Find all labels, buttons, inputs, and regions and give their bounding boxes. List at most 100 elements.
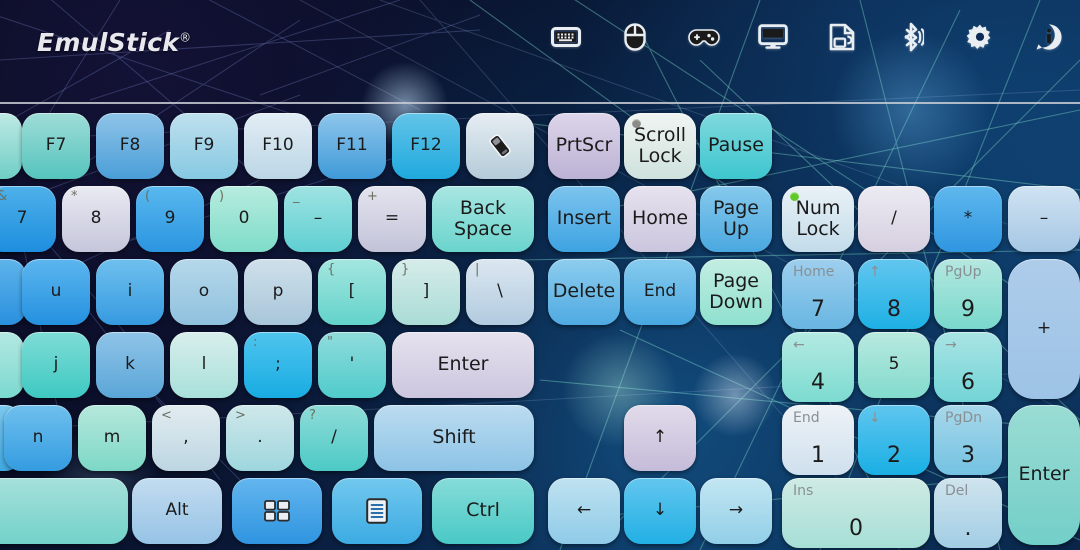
key-label: End xyxy=(643,281,677,302)
key-np-plus[interactable]: + xyxy=(1008,259,1080,399)
key-f7[interactable]: F7 xyxy=(22,113,90,179)
key-u[interactable]: u xyxy=(22,259,90,325)
key-label: Ctrl xyxy=(466,499,500,522)
key-i[interactable]: i xyxy=(96,259,164,325)
key-label: o xyxy=(198,281,210,302)
key-label: . xyxy=(964,516,972,542)
key-shift-label: ? xyxy=(309,408,316,423)
key-period[interactable]: >. xyxy=(226,405,294,471)
key-np-5[interactable]: 5 xyxy=(858,332,930,398)
key-np-8[interactable]: ↑ 8 xyxy=(858,259,930,329)
key-bracket-right[interactable]: }] xyxy=(392,259,460,325)
key-enter[interactable]: Enter xyxy=(392,332,534,398)
key-9[interactable]: (9 xyxy=(136,186,204,252)
key-prtscr[interactable]: PrtScr xyxy=(548,113,620,179)
key-h[interactable]: h xyxy=(0,332,24,398)
key-arrow-left[interactable]: ← xyxy=(548,478,620,544)
key-f8[interactable]: F8 xyxy=(96,113,164,179)
key-np-divide[interactable]: / xyxy=(858,186,930,252)
key-np-6[interactable]: → 6 xyxy=(934,332,1002,402)
key-shift-label: < xyxy=(161,408,172,423)
key-scroll-lock[interactable]: Scroll Lock xyxy=(624,113,696,179)
key-np-3[interactable]: PgDn 3 xyxy=(934,405,1002,475)
key-np-enter[interactable]: Enter xyxy=(1008,405,1080,545)
key-alt-right[interactable]: Alt xyxy=(132,478,222,544)
key-label: F8 xyxy=(119,135,141,156)
key-p[interactable]: p xyxy=(244,259,312,325)
key-f10[interactable]: F10 xyxy=(244,113,312,179)
key-0[interactable]: ) 0 xyxy=(210,186,278,252)
key-menu[interactable] xyxy=(332,478,422,544)
key-label: + xyxy=(1036,318,1052,339)
bluetooth-icon[interactable] xyxy=(894,20,928,54)
key-shift-right[interactable]: Shift xyxy=(374,405,534,471)
key-space[interactable] xyxy=(0,478,128,544)
key-label: m xyxy=(103,427,121,448)
keyboard-icon[interactable] xyxy=(549,20,583,54)
key-label: 2 xyxy=(887,443,901,469)
key-backspace[interactable]: Back Space xyxy=(432,186,534,252)
key-k[interactable]: k xyxy=(96,332,164,398)
key-f9[interactable]: F9 xyxy=(170,113,238,179)
key-device[interactable] xyxy=(466,113,534,179)
key-np-period[interactable]: Del. xyxy=(934,478,1002,548)
info-icon[interactable] xyxy=(1032,20,1066,54)
key-bracket-left[interactable]: {[ xyxy=(318,259,386,325)
script-icon[interactable] xyxy=(825,20,859,54)
key-num-lock[interactable]: Num Lock xyxy=(782,186,854,252)
key-np-minus[interactable]: – xyxy=(1008,186,1080,252)
key-page-up[interactable]: Page Up xyxy=(700,186,772,252)
toolbar xyxy=(549,20,1066,54)
key-end[interactable]: End xyxy=(624,259,696,325)
header-divider xyxy=(0,102,1080,104)
key-label: \ xyxy=(497,281,503,302)
key-arrow-up[interactable]: ↑ xyxy=(624,405,696,471)
mouse-icon[interactable] xyxy=(618,20,652,54)
key-secondary-label: PgDn xyxy=(945,410,982,426)
key-l[interactable]: l xyxy=(170,332,238,398)
key-f6[interactable]: F6 xyxy=(0,113,22,179)
key-arrow-right[interactable]: → xyxy=(700,478,772,544)
key-label: ← xyxy=(576,500,592,521)
key-np-4[interactable]: ← 4 xyxy=(782,332,854,402)
key-np-1[interactable]: End 1 xyxy=(782,405,854,475)
key-backslash[interactable]: | \ xyxy=(466,259,534,325)
key-pause[interactable]: Pause xyxy=(700,113,772,179)
key-ctrl-right[interactable]: Ctrl xyxy=(432,478,534,544)
key-label: 6 xyxy=(961,370,975,396)
key-label: Shift xyxy=(432,426,476,449)
key-insert[interactable]: Insert xyxy=(548,186,620,252)
key-minus[interactable]: _ – xyxy=(284,186,352,252)
key-o[interactable]: o xyxy=(170,259,238,325)
key-np-0[interactable]: Ins 0 xyxy=(782,478,930,548)
key-f11[interactable]: F11 xyxy=(318,113,386,179)
key-8[interactable]: * 8 xyxy=(62,186,130,252)
key-m[interactable]: m xyxy=(78,405,146,471)
key-n[interactable]: n xyxy=(4,405,72,471)
key-scroll-lock-led xyxy=(632,119,641,128)
key-7[interactable]: &7 xyxy=(0,186,56,252)
key-label: l xyxy=(201,354,207,375)
key-np-multiply[interactable]: * xyxy=(934,186,1002,252)
key-np-9[interactable]: PgUp 9 xyxy=(934,259,1002,329)
monitor-icon[interactable] xyxy=(756,20,790,54)
gamepad-icon[interactable] xyxy=(687,20,721,54)
key-slash[interactable]: ? / xyxy=(300,405,368,471)
key-label: Alt xyxy=(165,500,189,521)
key-f12[interactable]: F12 xyxy=(392,113,460,179)
key-quote[interactable]: " ' xyxy=(318,332,386,398)
gear-icon[interactable] xyxy=(963,20,997,54)
key-np-7[interactable]: Home 7 xyxy=(782,259,854,329)
key-label: 7 xyxy=(811,297,825,323)
key-delete[interactable]: Delete xyxy=(548,259,620,325)
key-arrow-down[interactable]: ↓ xyxy=(624,478,696,544)
key-label: F7 xyxy=(45,135,67,156)
key-comma[interactable]: <, xyxy=(152,405,220,471)
key-equal[interactable]: + = xyxy=(358,186,426,252)
key-j[interactable]: j xyxy=(22,332,90,398)
key-semicolon[interactable]: :; xyxy=(244,332,312,398)
key-np-2[interactable]: ↓ 2 xyxy=(858,405,930,475)
key-page-down[interactable]: Page Down xyxy=(700,259,772,325)
key-home[interactable]: Home xyxy=(624,186,696,252)
key-windows[interactable] xyxy=(232,478,322,544)
